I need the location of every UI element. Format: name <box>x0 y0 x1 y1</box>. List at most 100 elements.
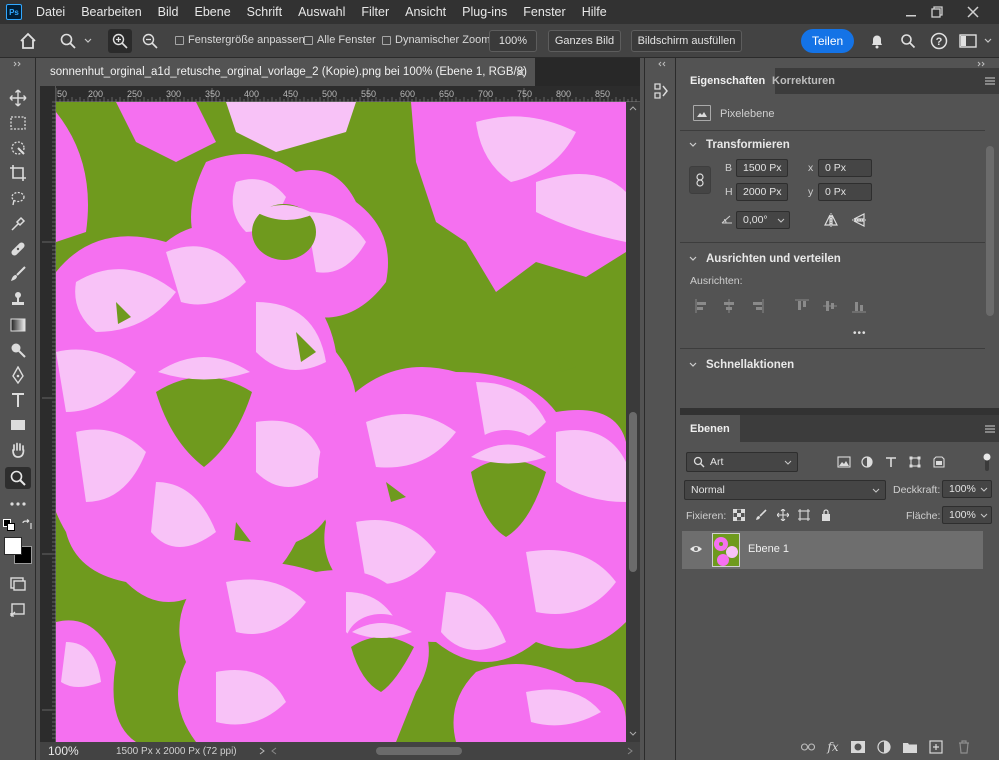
filter-smart-object-button[interactable] <box>931 454 947 470</box>
horizontal-ruler[interactable]: 50 200 250 300 350 400 450 500 550 600 6… <box>56 86 640 102</box>
layer-visibility-toggle[interactable] <box>688 542 704 556</box>
history-panel-button[interactable] <box>650 80 672 102</box>
vertical-scroll-thumb[interactable] <box>629 412 637 572</box>
frame-tool[interactable] <box>5 188 31 210</box>
all-windows-checkbox[interactable] <box>304 36 313 45</box>
height-field[interactable]: 2000 Px <box>736 183 788 201</box>
zoom-out-button[interactable] <box>138 29 162 53</box>
status-zoom[interactable]: 100% <box>48 744 116 758</box>
lock-position-button[interactable] <box>776 508 790 522</box>
swap-colors-button[interactable] <box>20 518 34 532</box>
restore-button[interactable] <box>926 2 948 22</box>
zoom-tool[interactable] <box>5 467 31 489</box>
layer-effects-button[interactable]: fx <box>824 739 842 755</box>
flip-vertical-button[interactable] <box>850 211 868 229</box>
menu-plugins[interactable]: Plug-ins <box>454 0 515 24</box>
delete-layer-button[interactable] <box>956 740 972 754</box>
layer-name[interactable]: Ebene 1 <box>748 543 789 555</box>
new-adjustment-button[interactable] <box>876 740 892 754</box>
close-window-button[interactable] <box>962 2 984 22</box>
align-right-button[interactable] <box>749 298 765 314</box>
align-top-button[interactable] <box>794 298 810 314</box>
flip-horizontal-button[interactable] <box>822 211 840 229</box>
marquee-tool[interactable] <box>5 112 31 134</box>
hscroll-left-button[interactable] <box>268 745 280 757</box>
x-field[interactable]: 0 Px <box>818 159 872 177</box>
opacity-field[interactable]: 100% <box>942 480 992 498</box>
share-button[interactable]: Teilen <box>801 29 854 53</box>
resize-windows-checkbox[interactable] <box>175 36 184 45</box>
workspace-button[interactable] <box>956 30 980 52</box>
document-canvas[interactable] <box>56 102 626 742</box>
object-selection-tool[interactable] <box>5 137 31 159</box>
fill-field[interactable]: 100% <box>942 506 992 524</box>
preset-dropdown[interactable] <box>82 30 94 52</box>
search-button[interactable] <box>897 30 919 52</box>
scrubby-zoom-checkbox[interactable] <box>382 36 391 45</box>
zoom-tool-preset[interactable] <box>56 30 80 52</box>
status-menu-button[interactable] <box>256 745 268 757</box>
menu-edit[interactable]: Bearbeiten <box>73 0 149 24</box>
menu-select[interactable]: Auswahl <box>290 0 353 24</box>
scroll-down-button[interactable] <box>629 730 637 738</box>
menu-filter[interactable]: Filter <box>353 0 397 24</box>
more-options-button[interactable]: ••• <box>853 328 867 339</box>
align-left-button[interactable] <box>694 298 710 314</box>
quick-mask-button[interactable] <box>5 573 31 595</box>
properties-menu-button[interactable] <box>983 74 997 88</box>
align-center-h-button[interactable] <box>721 298 737 314</box>
type-tool[interactable] <box>5 389 31 411</box>
align-collapse-toggle[interactable] <box>688 254 698 264</box>
align-middle-v-button[interactable] <box>822 298 838 314</box>
tab-adjustments[interactable]: Korrekturen <box>762 68 845 94</box>
gradient-tool[interactable] <box>5 314 31 336</box>
home-button[interactable] <box>16 30 40 52</box>
workspace-dropdown[interactable] <box>982 30 994 52</box>
link-dimensions-button[interactable] <box>689 166 711 194</box>
move-tool[interactable] <box>5 87 31 109</box>
hand-tool[interactable] <box>5 439 31 461</box>
clone-stamp-tool[interactable] <box>5 288 31 310</box>
default-colors-button[interactable] <box>2 518 16 532</box>
layers-menu-button[interactable] <box>983 422 997 436</box>
tab-layers[interactable]: Ebenen <box>680 415 740 442</box>
menu-window[interactable]: Fenster <box>515 0 573 24</box>
filter-toggle[interactable] <box>980 451 994 473</box>
collapse-toolbar-button[interactable] <box>4 60 32 68</box>
zoom-value-field[interactable]: 100% <box>489 30 537 52</box>
filter-pixel-button[interactable] <box>836 454 852 470</box>
panel-splitter[interactable] <box>680 408 999 415</box>
new-layer-button[interactable] <box>928 740 944 754</box>
fit-screen-button[interactable]: Ganzes Bild <box>548 30 621 52</box>
lock-pixels-button[interactable] <box>754 508 768 522</box>
blend-mode-dropdown[interactable]: Normal <box>684 480 886 500</box>
properties-scroll-thumb[interactable] <box>986 146 994 316</box>
collapse-panels-button[interactable] <box>976 60 988 68</box>
lock-transparent-button[interactable] <box>732 508 746 522</box>
healing-brush-tool[interactable] <box>5 238 31 260</box>
scroll-up-button[interactable] <box>629 104 637 112</box>
transform-collapse-toggle[interactable] <box>688 140 698 150</box>
horizontal-scrollbar[interactable] <box>286 745 618 757</box>
add-mask-button[interactable] <box>850 740 866 754</box>
filter-type-button[interactable] <box>883 454 899 470</box>
screen-mode-button[interactable] <box>5 599 31 621</box>
menu-view[interactable]: Ansicht <box>397 0 454 24</box>
crop-tool[interactable] <box>5 162 31 184</box>
dodge-tool[interactable] <box>5 339 31 361</box>
quick-actions-toggle[interactable] <box>688 360 698 370</box>
document-tab[interactable]: sonnenhut_orginal_a1d_retusche_orginal_v… <box>40 58 535 86</box>
menu-image[interactable]: Bild <box>150 0 187 24</box>
menu-file[interactable]: Datei <box>32 0 73 24</box>
y-field[interactable]: 0 Px <box>818 183 872 201</box>
help-button[interactable]: ? <box>928 30 950 52</box>
rectangle-tool[interactable] <box>5 414 31 436</box>
vertical-ruler[interactable] <box>40 86 56 742</box>
notifications-button[interactable] <box>866 30 888 52</box>
align-bottom-button[interactable] <box>851 298 867 314</box>
width-field[interactable]: 1500 Px <box>736 159 788 177</box>
expand-dock-button[interactable] <box>655 60 667 68</box>
close-document-button[interactable] <box>514 66 526 78</box>
edit-toolbar-button[interactable] <box>5 493 31 515</box>
filter-shape-button[interactable] <box>907 454 923 470</box>
